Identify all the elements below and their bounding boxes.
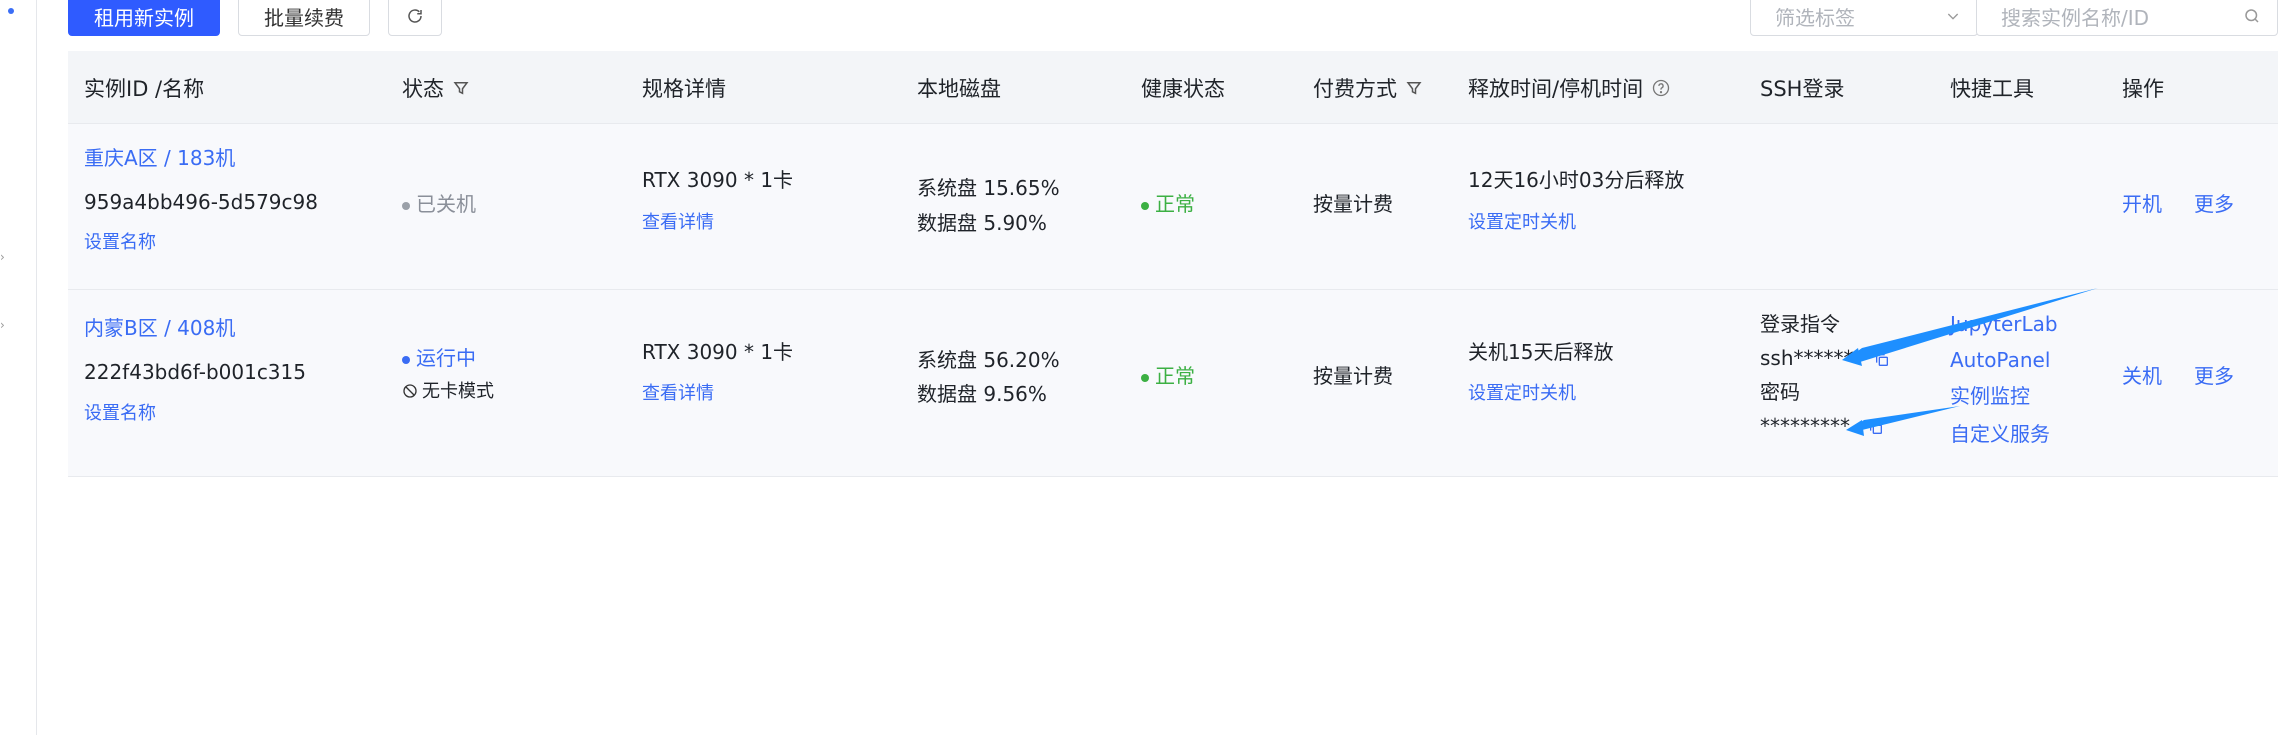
disk-data: 数据盘 9.56%: [917, 382, 1047, 406]
copy-icon[interactable]: [1874, 352, 1890, 368]
health-dot: [1141, 201, 1149, 210]
table-row: 重庆A区 / 183机 959a4bb496-5d579c98 设置名称 已关机…: [68, 124, 2278, 290]
filter-tags-placeholder: 筛选标签: [1775, 5, 1855, 30]
table-row: 内蒙B区 / 408机 222f43bd6f-b001c315 设置名称 运行中…: [68, 290, 2278, 477]
rent-new-instance-button[interactable]: 租用新实例: [68, 0, 220, 36]
instance-id: 959a4bb496-5d579c98: [84, 190, 318, 214]
sidebar-chevron-icon[interactable]: ›: [0, 251, 10, 263]
sidebar-active-indicator: [8, 8, 14, 14]
header-health: 健康状态: [1141, 77, 1225, 101]
instance-id: 222f43bd6f-b001c315: [84, 360, 306, 384]
ban-icon: [403, 384, 417, 398]
power-on-button[interactable]: 开机: [2122, 190, 2162, 218]
set-timer-link[interactable]: 设置定时关机: [1468, 380, 1576, 408]
header-id-name: 实例ID /名称: [84, 77, 205, 101]
header-ssh: SSH登录: [1760, 77, 1845, 101]
refresh-icon: [408, 9, 422, 23]
header-status: 状态: [402, 73, 470, 103]
search-icon: [2245, 9, 2259, 23]
set-name-link[interactable]: 设置名称: [84, 400, 156, 428]
sidebar-chevron-icon[interactable]: ›: [0, 319, 10, 331]
spec-detail-link[interactable]: 查看详情: [642, 380, 714, 408]
left-sidebar: › ›: [0, 0, 37, 735]
table-header: 实例ID /名称 状态 规格详情 本地磁盘 健康状态 付费方式 释放时间/停机时…: [68, 51, 2278, 124]
tool-custom-service-link[interactable]: 自定义服务: [1950, 420, 2050, 448]
health-dot: [1141, 373, 1149, 382]
spec-detail-link[interactable]: 查看详情: [642, 209, 714, 237]
tool-jupyterlab-link[interactable]: JupyterLab: [1950, 310, 2058, 338]
set-name-link[interactable]: 设置名称: [84, 229, 156, 257]
health-badge: 正常: [1141, 362, 1195, 390]
header-disk: 本地磁盘: [917, 77, 1001, 101]
refresh-button[interactable]: [388, 0, 442, 36]
status-dot: [402, 201, 410, 210]
header-release: 释放时间/停机时间: [1468, 73, 1671, 103]
help-icon[interactable]: [1651, 78, 1671, 98]
header-actions: 操作: [2122, 77, 2164, 101]
power-off-button[interactable]: 关机: [2122, 362, 2162, 390]
batch-renew-button[interactable]: 批量续费: [238, 0, 370, 36]
ssh-command-label: 登录指令: [1760, 312, 1840, 336]
ssh-password: *********: [1760, 412, 1884, 440]
filter-tags-select[interactable]: 筛选标签: [1750, 0, 1978, 36]
more-actions-button[interactable]: 更多: [2194, 190, 2234, 218]
header-spec: 规格详情: [642, 77, 726, 101]
billing-text: 按量计费: [1313, 364, 1393, 388]
filter-icon[interactable]: [452, 79, 470, 97]
instance-table: 实例ID /名称 状态 规格详情 本地磁盘 健康状态 付费方式 释放时间/停机时…: [68, 51, 2278, 477]
release-time: 关机15天后释放: [1468, 340, 1614, 364]
health-badge: 正常: [1141, 190, 1195, 218]
status-badge: 运行中: [402, 344, 476, 372]
tool-autopanel-link[interactable]: AutoPanel: [1950, 346, 2050, 374]
billing-text: 按量计费: [1313, 192, 1393, 216]
more-actions-button[interactable]: 更多: [2194, 362, 2234, 390]
ssh-password-label: 密码: [1760, 380, 1800, 404]
copy-icon[interactable]: [1868, 420, 1884, 436]
instance-region-link[interactable]: 内蒙B区 / 408机: [84, 314, 235, 342]
disk-system: 系统盘 15.65%: [917, 176, 1060, 200]
filter-icon[interactable]: [1405, 79, 1423, 97]
ssh-command: ssh******: [1760, 344, 1890, 372]
release-time: 12天16小时03分后释放: [1468, 168, 1685, 192]
status-dot: [402, 355, 410, 364]
no-gpu-mode: 无卡模式: [402, 378, 494, 406]
set-timer-link[interactable]: 设置定时关机: [1468, 209, 1576, 237]
chevron-down-icon: [1947, 13, 1959, 20]
search-placeholder: 搜索实例名称/ID: [2001, 5, 2150, 30]
tool-monitor-link[interactable]: 实例监控: [1950, 382, 2030, 410]
disk-system: 系统盘 56.20%: [917, 348, 1060, 372]
spec-text: RTX 3090 * 1卡: [642, 168, 794, 192]
header-billing: 付费方式: [1313, 73, 1423, 103]
spec-text: RTX 3090 * 1卡: [642, 340, 794, 364]
instance-region-link[interactable]: 重庆A区 / 183机: [84, 144, 235, 172]
header-tools: 快捷工具: [1950, 77, 2034, 101]
status-badge: 已关机: [402, 190, 476, 218]
disk-data: 数据盘 5.90%: [917, 211, 1047, 235]
search-input[interactable]: 搜索实例名称/ID: [1976, 0, 2278, 36]
